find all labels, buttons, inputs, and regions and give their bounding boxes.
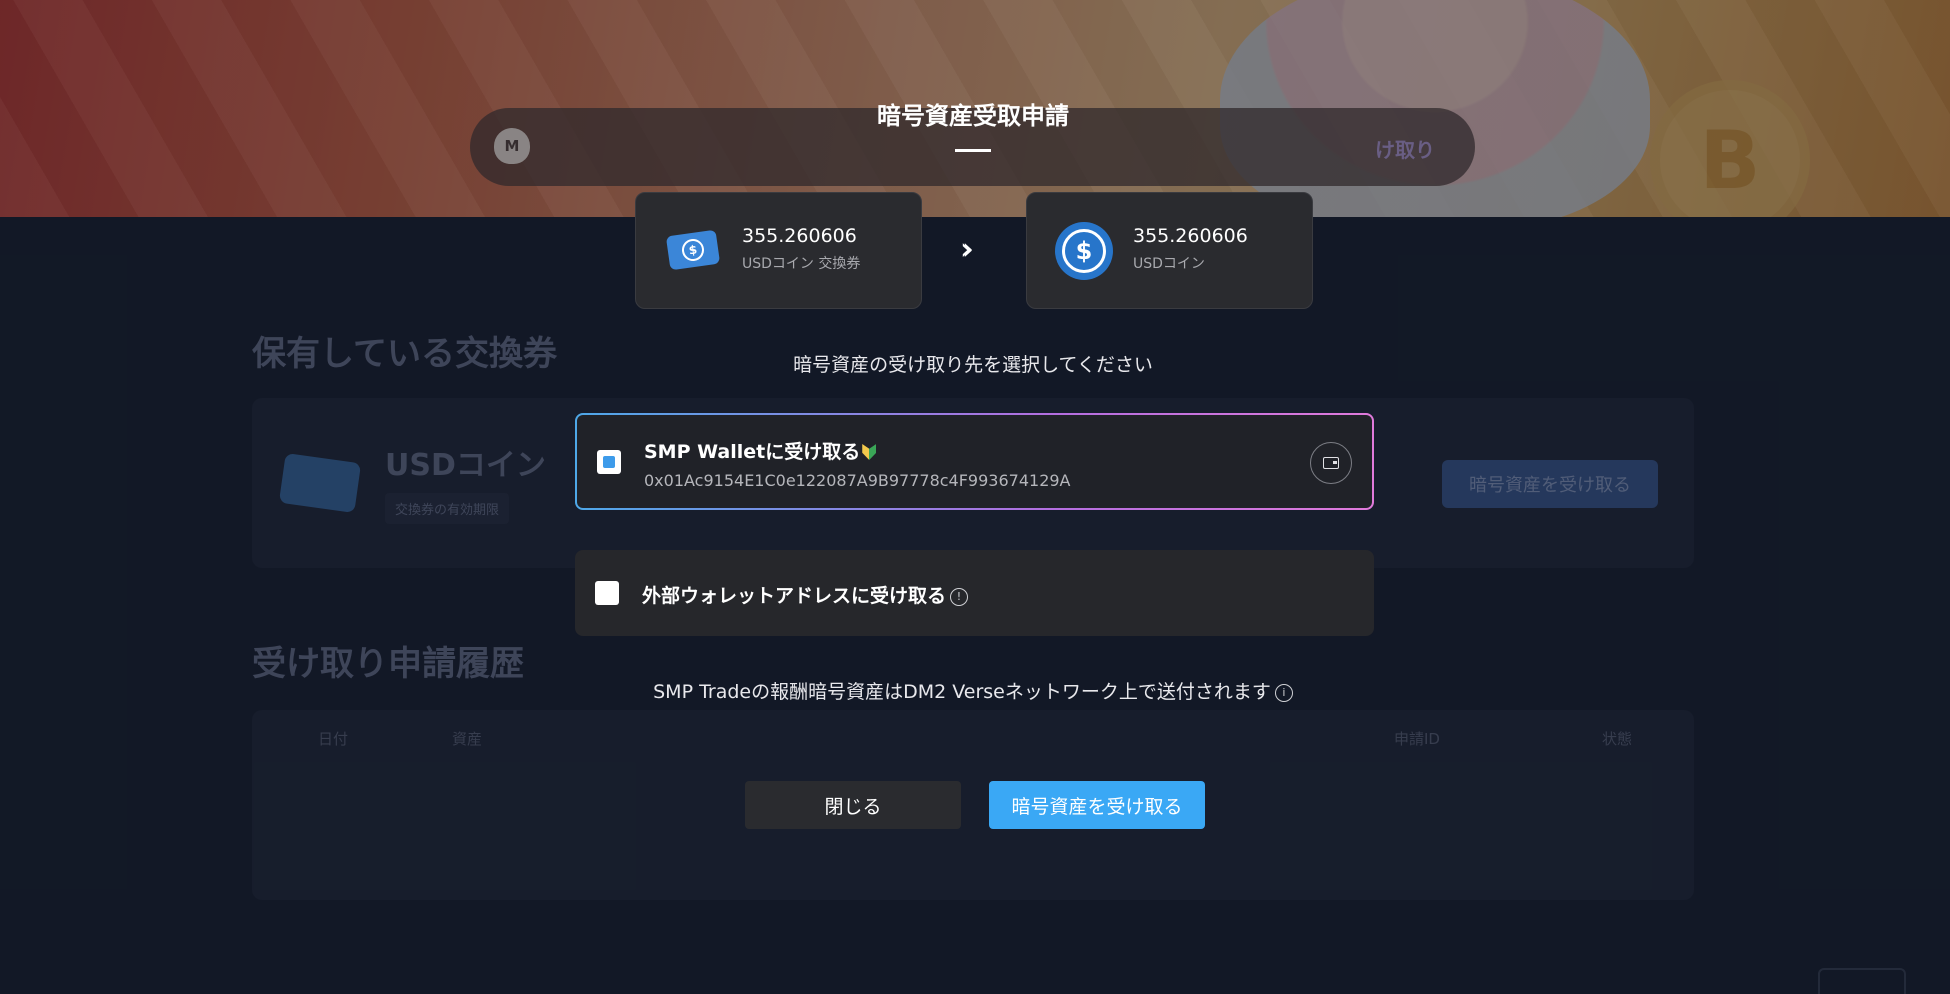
info-circle-icon[interactable]: i [1274,683,1293,702]
option-smp-wallet[interactable]: SMP Walletに受け取る 0x01Ac9154E1C0e122087A9B… [575,413,1374,510]
modal-title: 暗号資産受取申請 [877,102,1069,130]
wallet-icon[interactable] [1310,442,1352,484]
to-asset-card: $ 355.260606 USDコイン [1026,192,1313,309]
double-chevron-right-icon: ›› [960,232,974,267]
beginner-leaf-icon [862,444,877,460]
usdc-coin-icon: $ [1055,222,1113,280]
network-note: SMP Tradeの報酬暗号資産はDM2 Verseネットワーク上で送付されます… [545,677,1401,704]
ticket-dollar-icon: $ [665,229,721,271]
from-asset-card: $ 355.260606 USDコイン 交換券 [635,192,922,309]
close-button[interactable]: 閉じる [745,781,961,829]
from-label: USDコイン 交換券 [742,256,861,272]
receive-crypto-button[interactable]: 暗号資産を受け取る [989,781,1205,829]
smp-wallet-checkbox[interactable] [597,450,621,474]
external-wallet-checkbox[interactable] [595,581,619,605]
option-external-wallet[interactable]: 外部ウォレットアドレスに受け取る! [575,550,1374,636]
option-title: 外部ウォレットアドレスに受け取る! [642,581,969,608]
to-amount: 355.260606 [1133,225,1248,247]
title-underline [955,149,991,152]
to-label: USDコイン [1133,256,1205,272]
from-amount: 355.260606 [742,225,857,247]
info-circle-icon[interactable]: ! [950,587,969,606]
receive-modal: 暗号資産受取申請 $ 355.260606 USDコイン 交換券 ›› $ 35… [543,52,1403,905]
destination-prompt: 暗号資産の受け取り先を選択してください [793,354,1153,376]
wallet-address: 0x01Ac9154E1C0e122087A9B97778c4F99367412… [644,471,1071,490]
option-title: SMP Walletに受け取る [644,437,877,464]
